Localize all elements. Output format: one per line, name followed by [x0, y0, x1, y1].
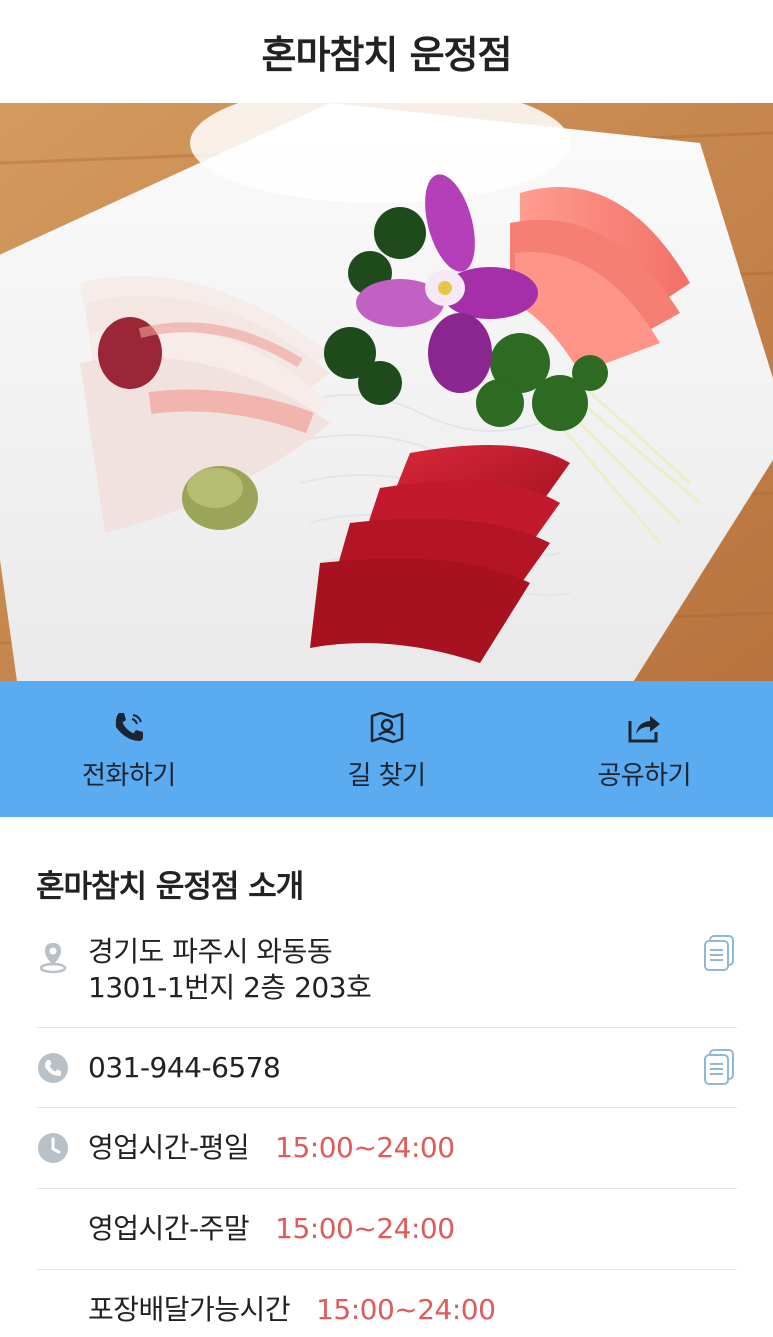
hours-label: 영업시간-주말 — [88, 1212, 250, 1245]
address-text: 경기도 파주시 와동동 1301-1번지 2층 203호 — [88, 934, 372, 1006]
hours-time: 15:00~24:00 — [275, 1131, 455, 1164]
hours-row-weekend: 영업시간-주말 15:00~24:00 — [36, 1189, 737, 1270]
hours-text: 포장배달가능시간 15:00~24:00 — [88, 1292, 496, 1328]
phone-number[interactable]: 031-944-6578 — [88, 1050, 281, 1086]
address-line-1: 경기도 파주시 와동동 — [88, 935, 333, 968]
clock-icon — [36, 1131, 70, 1165]
copy-address-button[interactable] — [703, 934, 735, 972]
directions-button[interactable]: 길 찾기 — [258, 681, 516, 817]
hours-row-weekday: 영업시간-평일 15:00~24:00 — [36, 1108, 737, 1189]
share-button[interactable]: 공유하기 — [515, 681, 773, 817]
call-button[interactable]: 전화하기 — [0, 681, 258, 817]
call-button-label: 전화하기 — [81, 760, 176, 791]
directions-button-label: 길 찾기 — [347, 760, 426, 791]
copy-icon — [704, 1049, 734, 1085]
copy-icon — [704, 935, 734, 971]
copy-phone-button[interactable] — [703, 1048, 735, 1086]
phone-row: 031-944-6578 — [36, 1028, 737, 1108]
hours-label: 포장배달가능시간 — [88, 1293, 291, 1326]
phone-circle-icon — [36, 1051, 70, 1085]
location-pin-icon — [36, 940, 70, 974]
section-title: 혼마참치 운정점 소개 — [36, 869, 304, 905]
hero-photo — [0, 103, 773, 681]
address-line-2: 1301-1번지 2층 203호 — [88, 971, 372, 1004]
store-info-section: 혼마참치 운정점 소개 경기도 파주시 와동동 1301-1번지 2층 203호 — [0, 817, 773, 1337]
share-button-label: 공유하기 — [597, 760, 692, 791]
hours-time: 15:00~24:00 — [316, 1293, 496, 1326]
page-title: 혼마참치 운정점 — [261, 33, 513, 77]
store-page: 혼마참치 운정점 전화하기 길 찾기 공유하기 혼마참치 운정점 소개 경기도 … — [0, 0, 773, 1337]
hours-text: 영업시간-주말 15:00~24:00 — [88, 1211, 455, 1247]
action-bar: 전화하기 길 찾기 공유하기 — [0, 681, 773, 817]
sashimi-platter-photo — [0, 103, 773, 681]
share-icon — [624, 707, 664, 747]
hours-row-delivery: 포장배달가능시간 15:00~24:00 — [36, 1270, 737, 1337]
hours-text: 영업시간-평일 15:00~24:00 — [88, 1130, 455, 1166]
phone-icon — [109, 707, 149, 747]
map-icon — [367, 707, 407, 747]
hours-label: 영업시간-평일 — [88, 1131, 250, 1164]
hours-time: 15:00~24:00 — [275, 1212, 455, 1245]
address-row: 경기도 파주시 와동동 1301-1번지 2층 203호 — [36, 932, 737, 1028]
page-header: 혼마참치 운정점 — [0, 0, 773, 103]
